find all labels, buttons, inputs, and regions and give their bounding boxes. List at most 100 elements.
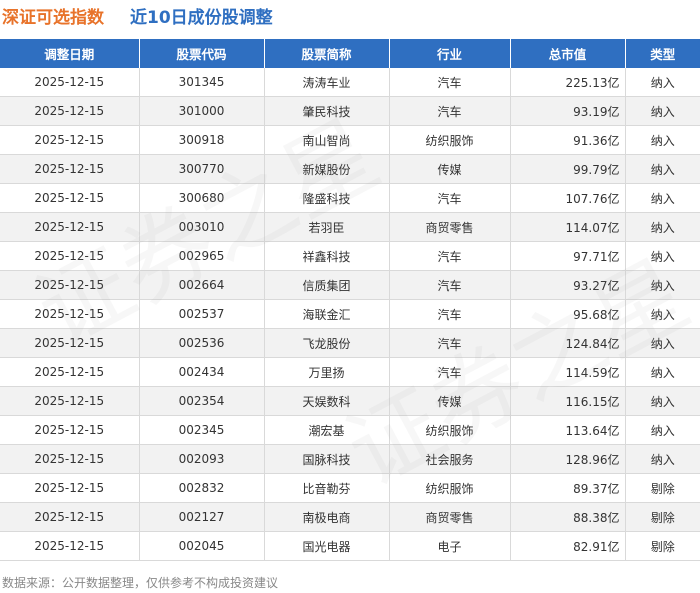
cell-industry: 商贸零售	[389, 212, 511, 242]
cell-adjust-date: 2025-12-15	[0, 357, 140, 387]
cell-adjust-date: 2025-12-15	[0, 415, 140, 445]
table-row: 2025-12-15 002093 国脉科技 社会服务 128.96亿 纳入	[0, 444, 700, 474]
cell-stock-code: 002127	[139, 502, 265, 532]
cell-industry: 社会服务	[389, 444, 511, 474]
header-stock-code: 股票代码	[139, 39, 265, 68]
cell-adjust-date: 2025-12-15	[0, 125, 140, 155]
cell-industry: 商贸零售	[389, 502, 511, 532]
cell-stock-name: 国脉科技	[264, 444, 390, 474]
cell-adjust-date: 2025-12-15	[0, 212, 140, 242]
cell-market-cap: 128.96亿	[510, 444, 626, 474]
cell-adjust-date: 2025-12-15	[0, 328, 140, 358]
cell-market-cap: 124.84亿	[510, 328, 626, 358]
table-row: 2025-12-15 002045 国光电器 电子 82.91亿 剔除	[0, 531, 700, 561]
cell-market-cap: 116.15亿	[510, 386, 626, 416]
cell-stock-name: 比音勒芬	[264, 473, 390, 503]
cell-adjust-date: 2025-12-15	[0, 444, 140, 474]
cell-type: 纳入	[625, 415, 700, 445]
cell-market-cap: 107.76亿	[510, 183, 626, 213]
cell-type: 纳入	[625, 96, 700, 126]
cell-industry: 传媒	[389, 154, 511, 184]
cell-stock-code: 003010	[139, 212, 265, 242]
table-row: 2025-12-15 002354 天娱数科 传媒 116.15亿 纳入	[0, 386, 700, 416]
cell-type: 剔除	[625, 502, 700, 532]
cell-type: 剔除	[625, 473, 700, 503]
table-row: 2025-12-15 002664 信质集团 汽车 93.27亿 纳入	[0, 270, 700, 300]
cell-industry: 纺织服饰	[389, 473, 511, 503]
cell-market-cap: 97.71亿	[510, 241, 626, 271]
cell-stock-name: 隆盛科技	[264, 183, 390, 213]
cell-stock-code: 002965	[139, 241, 265, 271]
cell-industry: 汽车	[389, 96, 511, 126]
cell-industry: 汽车	[389, 183, 511, 213]
header-adjust-date: 调整日期	[0, 39, 140, 68]
cell-stock-code: 300770	[139, 154, 265, 184]
cell-type: 纳入	[625, 444, 700, 474]
cell-type: 剔除	[625, 531, 700, 561]
cell-industry: 汽车	[389, 241, 511, 271]
index-title: 深证可选指数	[2, 8, 104, 28]
cell-stock-code: 002664	[139, 270, 265, 300]
page-subtitle: 近10日成份股调整	[130, 8, 273, 28]
cell-adjust-date: 2025-12-15	[0, 154, 140, 184]
table-row: 2025-12-15 002536 飞龙股份 汽车 124.84亿 纳入	[0, 328, 700, 358]
cell-stock-name: 祥鑫科技	[264, 241, 390, 271]
cell-stock-code: 300918	[139, 125, 265, 155]
cell-market-cap: 93.27亿	[510, 270, 626, 300]
cell-industry: 纺织服饰	[389, 125, 511, 155]
cell-market-cap: 93.19亿	[510, 96, 626, 126]
cell-stock-code: 002434	[139, 357, 265, 387]
table-row: 2025-12-15 301345 涛涛车业 汽车 225.13亿 纳入	[0, 68, 700, 97]
table-row: 2025-12-15 002832 比音勒芬 纺织服饰 89.37亿 剔除	[0, 473, 700, 503]
table-row: 2025-12-15 002434 万里扬 汽车 114.59亿 纳入	[0, 357, 700, 387]
cell-type: 纳入	[625, 328, 700, 358]
cell-type: 纳入	[625, 183, 700, 213]
cell-adjust-date: 2025-12-15	[0, 183, 140, 213]
cell-market-cap: 113.64亿	[510, 415, 626, 445]
cell-stock-name: 涛涛车业	[264, 68, 390, 97]
cell-adjust-date: 2025-12-15	[0, 68, 140, 97]
header-market-cap: 总市值	[510, 39, 626, 68]
cell-stock-code: 002345	[139, 415, 265, 445]
cell-stock-name: 肇民科技	[264, 96, 390, 126]
table-header-row: 调整日期 股票代码 股票简称 行业 总市值 类型	[0, 39, 700, 68]
header-type: 类型	[625, 39, 700, 68]
constituent-table: 调整日期 股票代码 股票简称 行业 总市值 类型 2025-12-15 30134…	[0, 39, 700, 561]
cell-stock-code: 002045	[139, 531, 265, 561]
cell-type: 纳入	[625, 270, 700, 300]
cell-type: 纳入	[625, 212, 700, 242]
cell-stock-name: 国光电器	[264, 531, 390, 561]
cell-stock-name: 飞龙股份	[264, 328, 390, 358]
table-row: 2025-12-15 300770 新媒股份 传媒 99.79亿 纳入	[0, 154, 700, 184]
data-source-note: 数据来源：公开数据整理，仅供参考不构成投资建议	[2, 576, 279, 590]
cell-adjust-date: 2025-12-15	[0, 241, 140, 271]
cell-stock-name: 新媒股份	[264, 154, 390, 184]
cell-adjust-date: 2025-12-15	[0, 96, 140, 126]
table-row: 2025-12-15 002537 海联金汇 汽车 95.68亿 纳入	[0, 299, 700, 329]
cell-adjust-date: 2025-12-15	[0, 299, 140, 329]
cell-industry: 汽车	[389, 299, 511, 329]
cell-market-cap: 82.91亿	[510, 531, 626, 561]
table-row: 2025-12-15 002345 潮宏基 纺织服饰 113.64亿 纳入	[0, 415, 700, 445]
cell-stock-code: 002354	[139, 386, 265, 416]
table-row: 2025-12-15 300680 隆盛科技 汽车 107.76亿 纳入	[0, 183, 700, 213]
cell-market-cap: 225.13亿	[510, 68, 626, 97]
cell-stock-name: 万里扬	[264, 357, 390, 387]
cell-stock-code: 300680	[139, 183, 265, 213]
cell-stock-name: 天娱数科	[264, 386, 390, 416]
table-row: 2025-12-15 300918 南山智尚 纺织服饰 91.36亿 纳入	[0, 125, 700, 155]
cell-type: 纳入	[625, 241, 700, 271]
cell-stock-name: 海联金汇	[264, 299, 390, 329]
cell-adjust-date: 2025-12-15	[0, 502, 140, 532]
cell-type: 纳入	[625, 299, 700, 329]
cell-market-cap: 114.59亿	[510, 357, 626, 387]
cell-market-cap: 95.68亿	[510, 299, 626, 329]
cell-stock-code: 002832	[139, 473, 265, 503]
cell-stock-name: 若羽臣	[264, 212, 390, 242]
cell-industry: 纺织服饰	[389, 415, 511, 445]
cell-type: 纳入	[625, 154, 700, 184]
cell-market-cap: 114.07亿	[510, 212, 626, 242]
cell-stock-name: 南山智尚	[264, 125, 390, 155]
cell-industry: 电子	[389, 531, 511, 561]
cell-type: 纳入	[625, 68, 700, 97]
